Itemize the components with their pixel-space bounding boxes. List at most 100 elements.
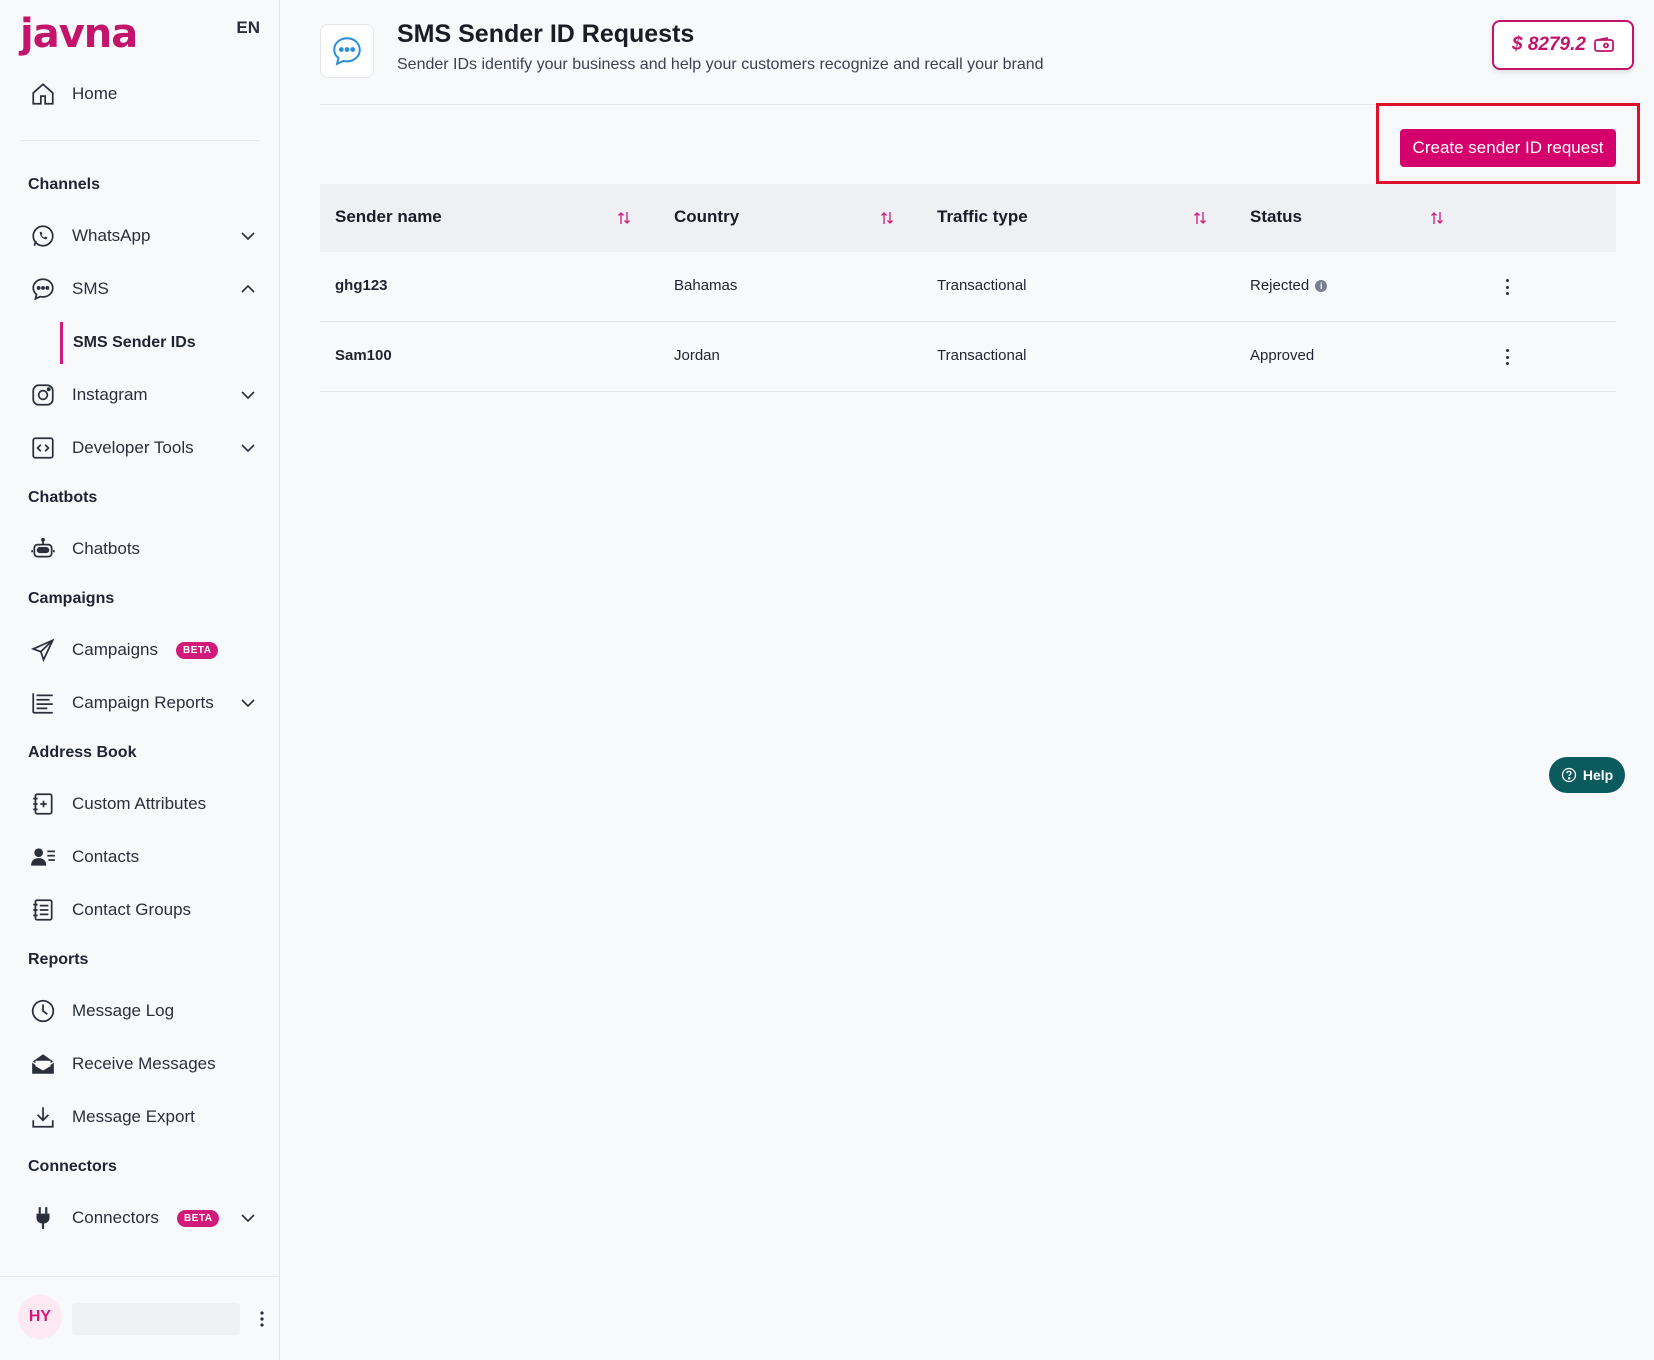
sidebar-item-instagram[interactable]: Instagram [28, 377, 258, 413]
cell-sender-name: Sam100 [335, 347, 392, 364]
sidebar-item-message-log[interactable]: Message Log [28, 993, 258, 1029]
sort-icon[interactable] [879, 210, 895, 226]
sms-header-icon [320, 24, 374, 78]
info-icon[interactable]: i [1315, 280, 1328, 292]
sidebar-item-developer-tools[interactable]: Developer Tools [28, 430, 258, 466]
section-heading-connectors: Connectors [28, 1158, 117, 1175]
sidebar-item-custom-attributes[interactable]: Custom Attributes [28, 786, 258, 822]
chevron-down-icon[interactable] [238, 693, 258, 713]
chevron-down-icon[interactable] [238, 438, 258, 458]
instagram-icon [28, 380, 58, 410]
sidebar: javna EN Home Channels WhatsApp SMS SMS … [0, 0, 280, 1360]
avatar[interactable]: HY [18, 1295, 62, 1339]
sidebar-item-label: Home [72, 84, 118, 103]
sidebar-item-label: Message Export [72, 1107, 195, 1126]
chevron-down-icon[interactable] [238, 1208, 258, 1228]
sidebar-item-label: Custom Attributes [72, 794, 207, 813]
custom-attributes-icon [28, 789, 58, 819]
page-subtitle: Sender IDs identify your business and he… [397, 56, 1044, 73]
balance-button[interactable]: $ 8279.2 [1492, 20, 1634, 70]
sidebar-item-label: Developer Tools [72, 438, 194, 457]
sender-id-table: Sender name Country Traffic type Status … [320, 184, 1616, 392]
sidebar-item-sms-sender-ids[interactable]: SMS Sender IDs [60, 322, 196, 364]
section-heading-reports: Reports [28, 951, 89, 968]
whatsapp-icon [28, 221, 58, 251]
cell-status: Rejected i [1250, 277, 1328, 294]
paper-plane-icon [28, 635, 58, 665]
home-icon [28, 79, 58, 109]
sidebar-item-message-export[interactable]: Message Export [28, 1099, 258, 1135]
report-list-icon [28, 688, 58, 718]
column-header-traffic-type[interactable]: Traffic type [937, 207, 1028, 227]
sidebar-item-label: Message Log [72, 1001, 175, 1020]
download-icon [28, 1102, 58, 1132]
robot-icon [28, 534, 58, 564]
beta-badge: BETA [176, 641, 219, 659]
cell-status: Approved [1250, 347, 1315, 364]
sidebar-item-label: Contacts [72, 847, 140, 866]
sidebar-item-sms[interactable]: SMS [28, 271, 258, 307]
sort-icon[interactable] [1429, 210, 1445, 226]
javna-logo[interactable]: javna [20, 12, 138, 56]
table-row: ghg123 Bahamas Transactional Rejected i [320, 252, 1616, 322]
logo-row: javna EN [20, 12, 260, 62]
sidebar-item-home[interactable]: Home [28, 76, 258, 112]
beta-badge: BETA [176, 1209, 220, 1227]
language-selector[interactable]: EN [236, 18, 260, 38]
sort-icon[interactable] [1192, 210, 1208, 226]
cell-sender-name: ghg123 [335, 277, 388, 294]
sidebar-item-label: Connectors [72, 1208, 159, 1227]
sidebar-item-campaign-reports[interactable]: Campaign Reports [28, 685, 258, 721]
sidebar-item-contacts[interactable]: Contacts [28, 839, 258, 875]
sidebar-item-label: Campaign Reports [72, 693, 214, 712]
page-title: SMS Sender ID Requests [397, 20, 695, 48]
column-header-country[interactable]: Country [674, 207, 739, 227]
code-icon [28, 433, 58, 463]
chevron-up-icon[interactable] [238, 279, 258, 299]
table-row: Sam100 Jordan Transactional Approved [320, 322, 1616, 392]
chevron-down-icon[interactable] [238, 385, 258, 405]
balance-amount: $ 8279.2 [1512, 34, 1586, 55]
user-name-placeholder [72, 1303, 240, 1335]
sidebar-item-label: Contact Groups [72, 900, 192, 919]
sidebar-item-label: Instagram [72, 385, 148, 404]
sidebar-item-receive-messages[interactable]: Receive Messages [28, 1046, 258, 1082]
sidebar-item-connectors[interactable]: Connectors BETA [28, 1200, 258, 1236]
sidebar-item-label: WhatsApp [72, 226, 151, 245]
sidebar-item-label: SMS Sender IDs [73, 334, 196, 351]
open-envelope-icon [28, 1049, 58, 1079]
user-profile: HY [0, 1276, 280, 1360]
row-actions-menu[interactable] [1500, 276, 1514, 298]
column-header-sender-name[interactable]: Sender name [335, 207, 442, 227]
sidebar-divider [20, 140, 260, 141]
sidebar-item-label: Receive Messages [72, 1054, 216, 1073]
table-header: Sender name Country Traffic type Status [320, 184, 1616, 252]
sidebar-item-label: Campaigns [72, 640, 158, 659]
sidebar-item-campaigns[interactable]: Campaigns BETA [28, 632, 258, 668]
chat-bubble-icon [333, 37, 361, 66]
status-text: Rejected [1250, 277, 1310, 294]
column-header-status[interactable]: Status [1250, 207, 1302, 227]
contact-groups-icon [28, 895, 58, 925]
plug-icon [28, 1203, 58, 1233]
create-sender-id-request-button[interactable]: Create sender ID request [1400, 129, 1616, 167]
chat-bubble-icon [28, 274, 58, 304]
section-heading-campaigns: Campaigns [28, 590, 115, 607]
chevron-down-icon[interactable] [238, 226, 258, 246]
sidebar-item-contact-groups[interactable]: Contact Groups [28, 892, 258, 928]
section-heading-channels: Channels [28, 176, 101, 193]
cell-traffic-type: Transactional [937, 347, 1027, 364]
clock-icon [28, 996, 58, 1026]
contacts-icon [28, 842, 58, 872]
cell-country: Bahamas [674, 277, 738, 294]
sort-icon[interactable] [616, 210, 632, 226]
sidebar-item-chatbots[interactable]: Chatbots [28, 531, 258, 567]
sidebar-item-whatsapp[interactable]: WhatsApp [28, 218, 258, 254]
row-actions-menu[interactable] [1500, 346, 1514, 368]
sidebar-item-label: Chatbots [72, 539, 141, 558]
kebab-menu-icon[interactable] [256, 1307, 268, 1331]
help-button[interactable]: Help [1549, 757, 1625, 793]
section-heading-address-book: Address Book [28, 744, 137, 761]
question-circle-icon [1561, 767, 1576, 783]
section-heading-chatbots: Chatbots [28, 489, 98, 506]
